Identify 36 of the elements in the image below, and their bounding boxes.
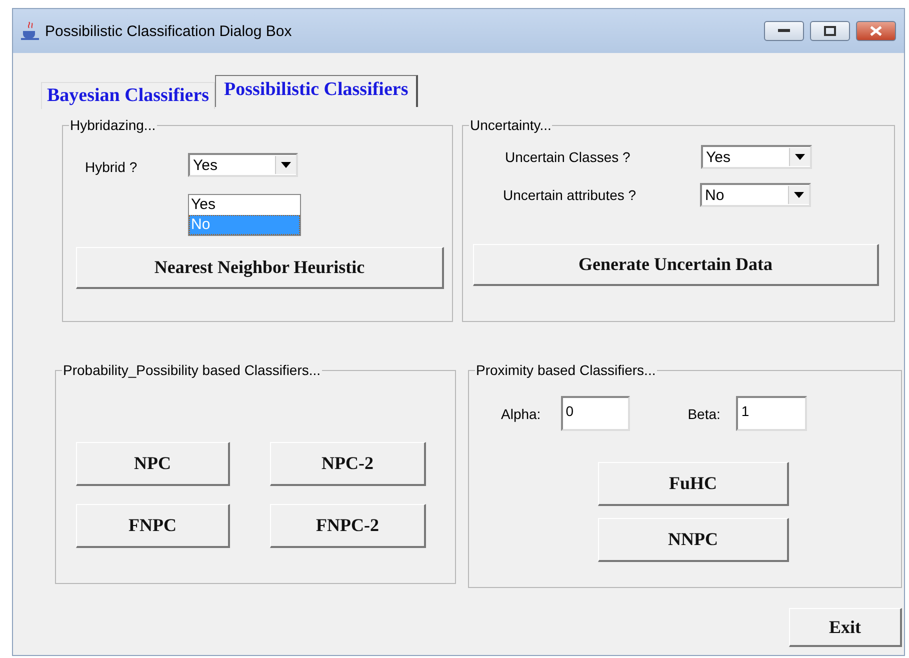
window-title: Possibilistic Classification Dialog Box bbox=[45, 22, 293, 40]
group-title: Probability_Possibility based Classifiers... bbox=[62, 362, 322, 378]
minimize-icon bbox=[778, 29, 790, 33]
dropdown[interactable]: Yes bbox=[188, 153, 298, 177]
tab[interactable]: Possibilistic Classifiers bbox=[215, 75, 418, 107]
dropdown[interactable]: Yes bbox=[701, 145, 812, 169]
minimize-button[interactable] bbox=[764, 21, 804, 41]
classifier-button[interactable]: FNPC bbox=[76, 504, 230, 548]
maximize-button[interactable] bbox=[810, 21, 850, 41]
hybrid-label: Hybrid ? bbox=[85, 159, 138, 175]
group-title: Uncertainty... bbox=[469, 117, 552, 133]
coffee-cup-icon bbox=[21, 21, 39, 41]
classifier-button[interactable]: NPC-2 bbox=[270, 442, 426, 486]
close-button[interactable] bbox=[856, 21, 896, 41]
classifier-button[interactable]: FuHC bbox=[598, 462, 789, 506]
field-label: Beta: bbox=[688, 406, 720, 422]
classifier-button[interactable]: NPC bbox=[76, 442, 230, 486]
tab[interactable]: Bayesian Classifiers bbox=[41, 82, 216, 109]
classifier-button[interactable]: NNPC bbox=[598, 518, 789, 562]
field-label: Uncertain attributes ? bbox=[503, 187, 638, 203]
number-field[interactable]: 1 bbox=[736, 396, 808, 431]
dropdown-arrow-icon bbox=[794, 192, 804, 198]
field-label: Uncertain Classes ? bbox=[505, 149, 632, 165]
dropdown[interactable]: No bbox=[700, 183, 811, 207]
dropdown-arrow-icon bbox=[795, 154, 805, 160]
close-icon bbox=[870, 26, 882, 36]
classifier-button[interactable]: FNPC-2 bbox=[270, 504, 426, 548]
nearest-neighbor-button[interactable]: Nearest Neighbor Heuristic bbox=[76, 247, 444, 289]
dropdown-arrow-icon bbox=[281, 162, 291, 168]
generate-data-button[interactable]: Generate Uncertain Data bbox=[473, 244, 879, 286]
maximize-icon bbox=[824, 26, 836, 36]
group-title: Hybridazing... bbox=[69, 117, 157, 133]
exit-button[interactable]: Exit bbox=[789, 608, 902, 647]
field-label: Alpha: bbox=[501, 406, 541, 422]
number-field[interactable]: 0 bbox=[560, 396, 630, 431]
group-title: Proximity based Classifiers... bbox=[475, 362, 657, 378]
